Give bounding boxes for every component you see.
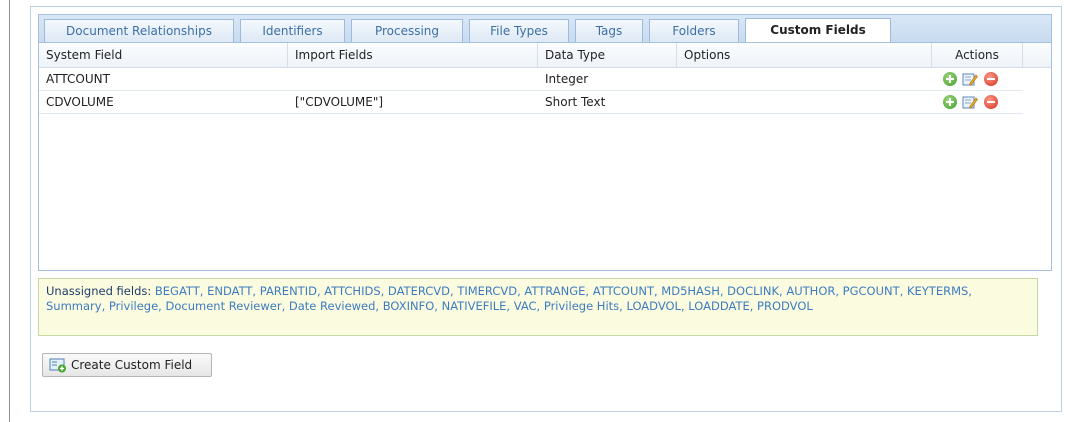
row-actions (932, 91, 1023, 113)
tab-document-relationships[interactable]: Document Relationships (44, 19, 234, 42)
unassigned-fields-panel: Unassigned fields: BEGATT, ENDATT, PAREN… (38, 278, 1038, 336)
column-header-actions: Actions (932, 43, 1023, 67)
cell-system-field: ATTCOUNT (46, 72, 110, 86)
tab-processing[interactable]: Processing (351, 19, 463, 42)
grid-header: System Field Import Fields Data Type Opt… (39, 43, 1051, 68)
delete-circle-icon[interactable] (984, 95, 998, 109)
cell-import-fields: ["CDVOLUME"] (295, 95, 384, 109)
delete-circle-icon[interactable] (984, 72, 998, 86)
add-circle-icon[interactable] (943, 95, 957, 109)
custom-field-add-icon (49, 358, 67, 373)
edit-note-icon[interactable] (962, 95, 978, 109)
column-header-data-type[interactable]: Data Type (538, 43, 677, 67)
create-custom-field-button[interactable]: Create Custom Field (42, 353, 212, 377)
tab-file-types[interactable]: File Types (469, 19, 569, 42)
table-row[interactable]: CDVOLUME ["CDVOLUME"] Short Text (39, 91, 1023, 114)
column-header-import-fields[interactable]: Import Fields (288, 43, 538, 67)
custom-fields-grid: System Field Import Fields Data Type Opt… (38, 42, 1052, 271)
cell-data-type: Integer (545, 72, 589, 86)
create-custom-field-label: Create Custom Field (71, 358, 193, 372)
custom-fields-panel: Document Relationships Identifiers Proce… (30, 6, 1062, 412)
left-border-line (9, 0, 10, 422)
tab-custom-fields[interactable]: Custom Fields (745, 18, 891, 43)
add-circle-icon[interactable] (943, 72, 957, 86)
edit-note-icon[interactable] (962, 72, 978, 86)
tab-tags[interactable]: Tags (575, 19, 643, 42)
cell-system-field: CDVOLUME (46, 95, 114, 109)
cell-import-fields (288, 68, 538, 90)
unassigned-fields-label: Unassigned fields: (46, 284, 152, 298)
column-header-system-field[interactable]: System Field (39, 43, 288, 67)
table-row[interactable]: ATTCOUNT Integer (39, 68, 1023, 91)
tab-folders[interactable]: Folders (649, 19, 739, 42)
tab-identifiers[interactable]: Identifiers (240, 19, 345, 42)
cell-options (677, 91, 932, 113)
cell-options (677, 68, 932, 90)
column-header-options[interactable]: Options (677, 43, 932, 67)
row-actions (932, 68, 1023, 90)
unassigned-fields-list: BEGATT, ENDATT, PARENTID, ATTCHIDS, DATE… (46, 284, 972, 313)
cell-data-type: Short Text (545, 95, 606, 109)
tab-strip: Document Relationships Identifiers Proce… (38, 14, 1052, 43)
